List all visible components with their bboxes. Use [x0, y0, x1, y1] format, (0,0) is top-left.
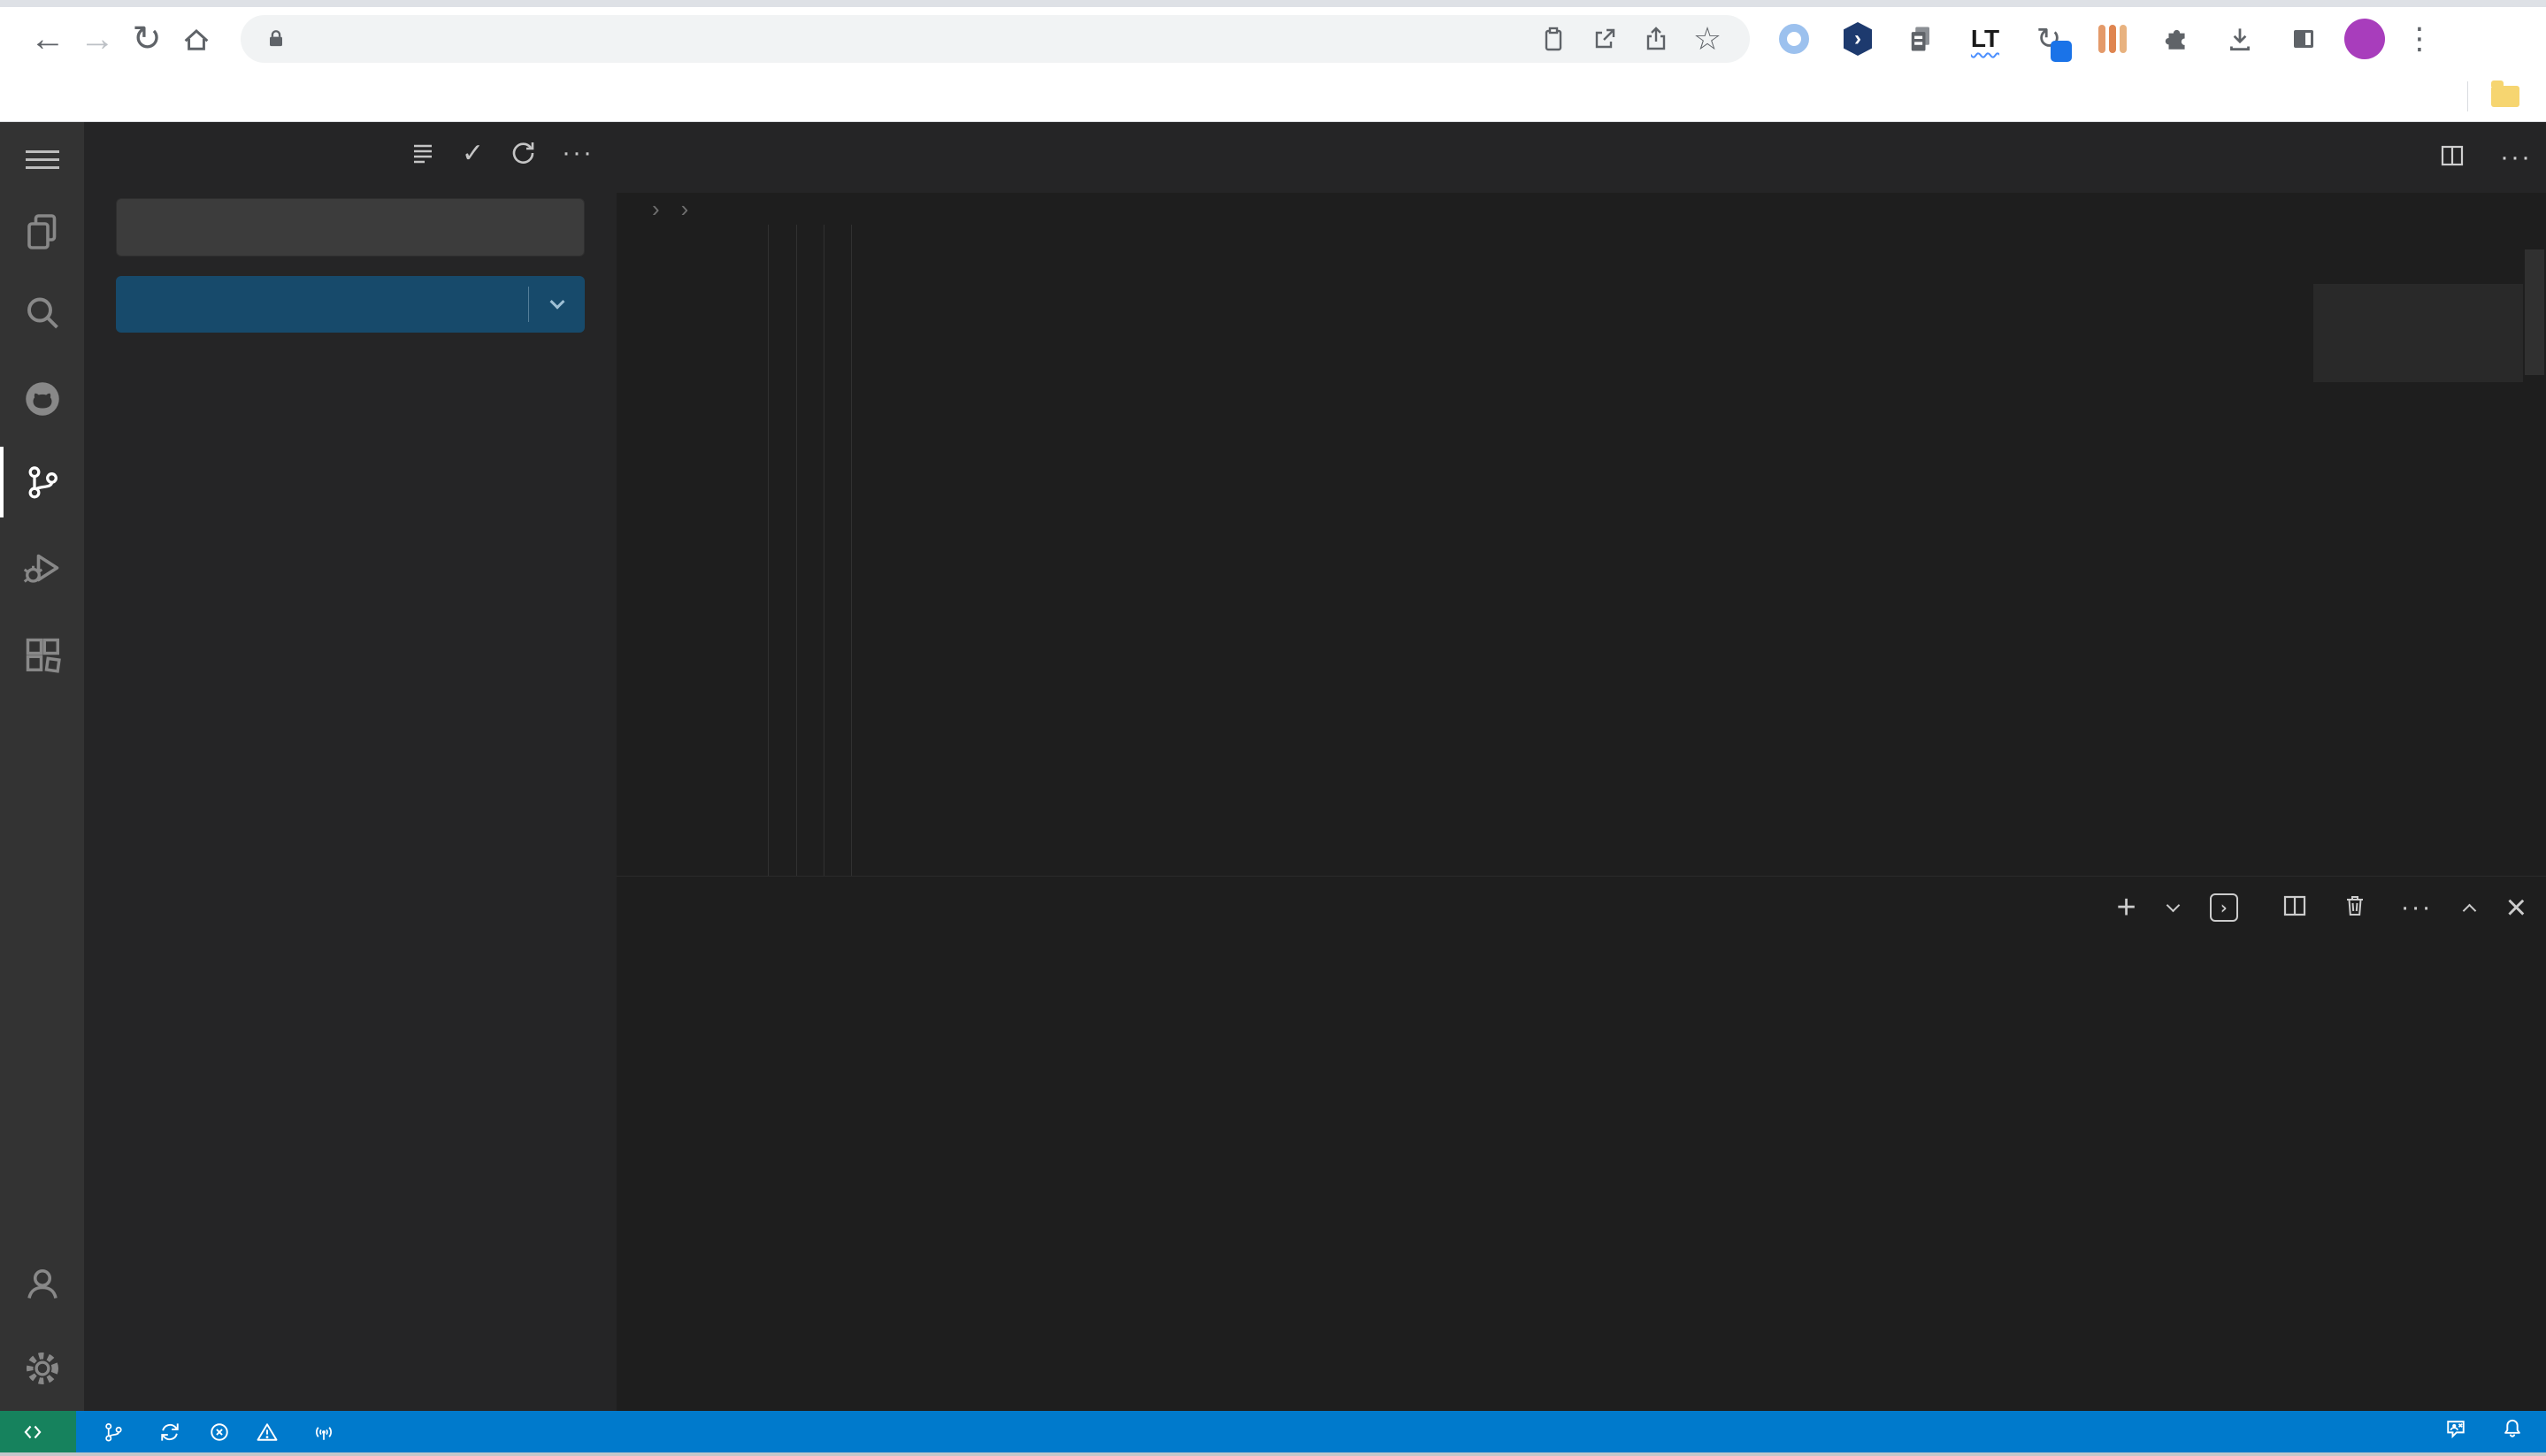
problems-indicator[interactable] [207, 1420, 287, 1445]
address-bar[interactable]: ☆ [241, 15, 1750, 63]
source-control-sidebar: ✓ ··· [84, 122, 617, 1411]
branch-indicator[interactable] [101, 1420, 133, 1445]
maximize-panel-icon[interactable] [2462, 903, 2476, 917]
editor-scrollbar[interactable] [2523, 225, 2546, 876]
breadcrumb[interactable]: › › [617, 193, 2546, 225]
panel-more-actions-icon[interactable]: ··· [2401, 893, 2433, 923]
extensions-icon[interactable] [0, 630, 84, 679]
bookmark-star-icon[interactable]: ☆ [1688, 19, 1727, 58]
code-editor[interactable] [617, 225, 2546, 876]
commit-button[interactable] [116, 276, 585, 333]
back-button[interactable]: ← [23, 14, 73, 64]
share-icon[interactable] [1637, 19, 1676, 58]
open-in-new-icon[interactable] [1585, 19, 1624, 58]
home-icon [180, 23, 212, 55]
minimap-viewport [2313, 284, 2523, 382]
bookmarks-bar [0, 71, 2546, 122]
sync-indicator[interactable] [157, 1420, 182, 1445]
bookmarks-divider [2467, 81, 2468, 111]
errors-icon [207, 1420, 232, 1445]
refresh-button[interactable]: ↻ [122, 14, 172, 64]
branch-icon [101, 1420, 126, 1445]
forward-button[interactable]: → [73, 14, 122, 64]
languagetool-icon[interactable]: LT [1966, 19, 2005, 58]
run-debug-icon[interactable] [0, 543, 84, 593]
status-bar [0, 1411, 2546, 1452]
editor-tabs [617, 122, 2546, 193]
clipboard-icon[interactable] [1534, 19, 1573, 58]
extension-shield-icon[interactable]: › [1838, 19, 1877, 58]
vscode-workbench: ✓ ··· ··· › › [0, 122, 2546, 1456]
extension-ring-icon[interactable] [1775, 19, 1814, 58]
other-bookmarks-folder-icon [2491, 86, 2519, 107]
browser-window: ← → ↻ ☆ › LT ↻ [0, 0, 2546, 1456]
window-edge [0, 1452, 2546, 1456]
split-editor-icon[interactable] [2438, 142, 2466, 174]
explorer-icon[interactable] [0, 207, 84, 257]
kill-terminal-icon[interactable] [2341, 892, 2369, 924]
settings-gear-icon[interactable] [0, 1344, 84, 1393]
notifications-bell-icon[interactable] [2500, 1416, 2525, 1447]
terminal-icon: › [2210, 893, 2238, 922]
activity-bar [0, 122, 84, 1411]
extension-icons: › LT ↻ [1775, 19, 2323, 58]
menu-hamburger-icon[interactable] [0, 134, 84, 184]
tab-strip [0, 0, 2546, 7]
sync-icon [157, 1420, 182, 1445]
browser-toolbar: ← → ↻ ☆ › LT ↻ [0, 0, 2546, 71]
commit-check-icon[interactable]: ✓ [462, 138, 484, 169]
lock-icon [264, 27, 288, 51]
browser-menu-icon[interactable]: ⋮ [2404, 30, 2435, 48]
ports-indicator[interactable] [311, 1420, 343, 1445]
close-panel-icon[interactable]: × [2506, 888, 2527, 928]
editor-more-actions-icon[interactable]: ··· [2500, 142, 2532, 172]
commit-dropdown[interactable] [528, 287, 585, 322]
source-control-icon[interactable] [0, 457, 84, 507]
split-terminal-icon[interactable] [2281, 892, 2309, 924]
commit-message-input[interactable] [116, 198, 585, 257]
remote-indicator[interactable] [0, 1411, 76, 1452]
ports-icon [311, 1420, 336, 1445]
refresh-repo-icon[interactable] [509, 139, 537, 167]
terminal-session[interactable]: › [2210, 893, 2249, 922]
profile-avatar[interactable] [2344, 19, 2385, 59]
extension-docs-icon[interactable] [1902, 19, 1941, 58]
view-as-list-icon[interactable] [409, 139, 437, 167]
github-icon[interactable] [0, 374, 84, 424]
editor-group: ··· › › [617, 122, 2546, 876]
downloads-icon[interactable] [2220, 19, 2259, 58]
warnings-icon [255, 1420, 280, 1445]
extension-badge [2051, 41, 2072, 62]
account-icon[interactable] [0, 1259, 84, 1308]
bottom-panel: + › ··· × [617, 876, 2546, 1411]
sidebar-more-actions-icon[interactable]: ··· [562, 138, 594, 168]
feedback-icon[interactable] [2443, 1416, 2468, 1447]
extension-refresh-icon[interactable]: ↻ [2029, 19, 2068, 58]
new-terminal-icon[interactable]: + [2116, 889, 2136, 927]
search-icon[interactable] [0, 289, 84, 339]
side-panel-icon[interactable] [2284, 19, 2323, 58]
terminal[interactable] [617, 962, 2519, 1411]
extensions-puzzle-icon[interactable] [2157, 19, 2196, 58]
extension-crayons-icon[interactable] [2093, 19, 2132, 58]
home-button[interactable] [172, 14, 221, 64]
remote-icon [21, 1421, 44, 1444]
terminal-dropdown-icon[interactable] [2166, 899, 2180, 913]
